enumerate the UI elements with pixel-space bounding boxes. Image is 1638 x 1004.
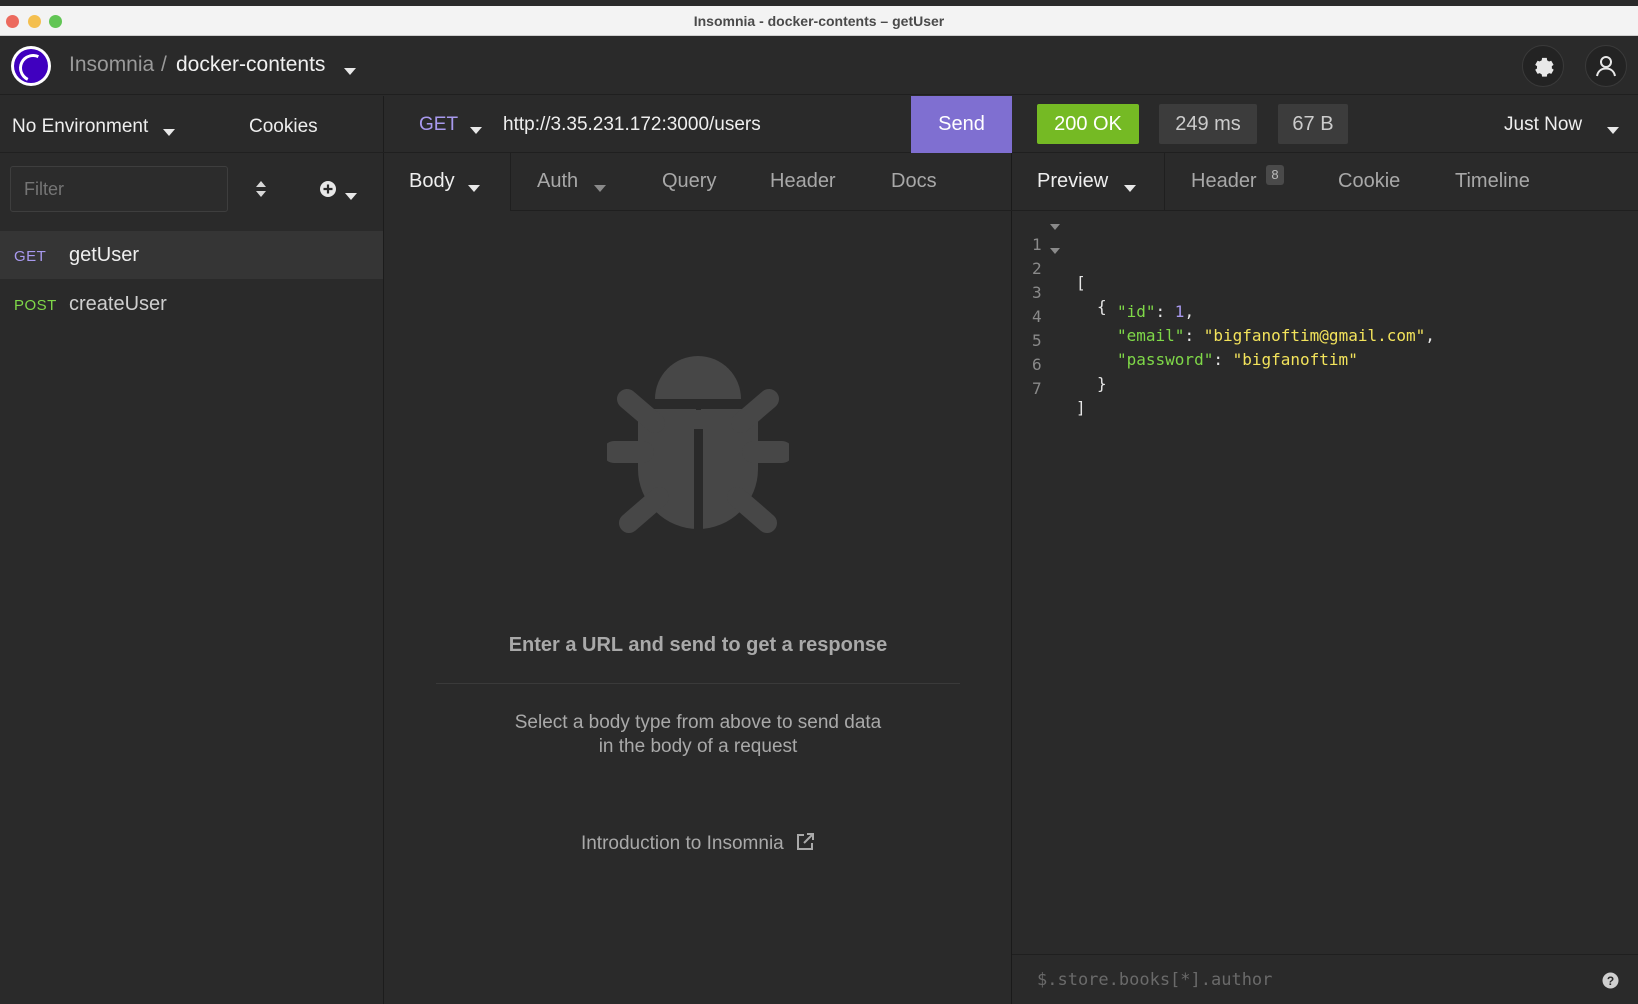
tab-auth[interactable]: Auth — [537, 170, 578, 193]
cookies-button[interactable]: Cookies — [249, 116, 318, 138]
help-icon[interactable]: ? — [1602, 972, 1619, 994]
json-key: "id" — [1117, 302, 1156, 321]
workspace-chevron-down-icon[interactable] — [344, 63, 356, 81]
code-line: 3 "id": 1, — [1032, 283, 1195, 321]
title-bar: Insomnia - docker-contents – getUser — [0, 6, 1638, 36]
response-size-badge: 67 B — [1278, 104, 1348, 144]
tab-timeline[interactable]: Timeline — [1455, 170, 1530, 193]
external-link-icon[interactable] — [795, 832, 815, 852]
json-key: "email" — [1117, 326, 1185, 345]
json-close-brace: } — [1097, 374, 1107, 393]
sidebar: No Environment Cookies GET getUser POST … — [0, 96, 384, 1004]
code-line: 5 "password": "bigfanoftim" — [1032, 331, 1358, 369]
fold-chevron-down-icon[interactable] — [1050, 224, 1060, 230]
json-close-bracket: ] — [1076, 398, 1086, 417]
add-chevron-down-icon[interactable] — [345, 188, 357, 206]
response-history-selector[interactable]: Just Now — [1504, 114, 1582, 136]
preview-chevron-down-icon[interactable] — [1124, 180, 1136, 198]
breadcrumb-app[interactable]: Insomnia — [69, 53, 154, 77]
tab-response-header[interactable]: Header — [1191, 170, 1257, 193]
code-line: 7 ] — [1012, 360, 1089, 417]
empty-state-divider — [436, 683, 960, 684]
method-chevron-down-icon[interactable] — [470, 122, 482, 140]
request-item-createuser[interactable]: POST createUser — [0, 280, 383, 328]
request-name: getUser — [69, 244, 140, 266]
environment-chevron-down-icon[interactable] — [163, 124, 175, 142]
empty-state-title: Enter a URL and send to get a response — [508, 634, 888, 656]
sidebar-filter-input[interactable] — [10, 166, 228, 212]
fold-chevron-down-icon[interactable] — [1050, 248, 1060, 254]
account-button[interactable] — [1585, 45, 1627, 87]
request-method: POST — [14, 297, 57, 314]
add-circle-icon[interactable] — [319, 180, 337, 203]
history-chevron-down-icon[interactable] — [1607, 122, 1619, 140]
empty-state-hint-line2: in the body of a request — [598, 736, 798, 757]
insomnia-window: Insomnia - docker-contents – getUser Ins… — [0, 0, 1638, 1004]
empty-state-hint-line1: Select a body type from above to send da… — [514, 712, 882, 733]
code-line: 6 } — [1012, 336, 1107, 393]
send-button[interactable]: Send — [911, 96, 1012, 153]
response-status-bar: 200 OK 249 ms 67 B Just Now — [1012, 96, 1638, 153]
intro-link-label[interactable]: Introduction to Insomnia — [581, 833, 784, 854]
settings-button[interactable] — [1522, 45, 1564, 87]
request-pane: GET http://3.35.231.172:3000/users Send … — [384, 96, 1012, 1004]
response-filter-input[interactable]: $.store.books[*].author — [1037, 970, 1272, 990]
json-key: "password" — [1117, 350, 1214, 369]
tab-query[interactable]: Query — [662, 170, 716, 193]
request-tabs: Body Auth Query Header Docs — [384, 153, 1012, 211]
status-badge: 200 OK — [1037, 104, 1139, 144]
tab-docs[interactable]: Docs — [891, 170, 937, 193]
tab-preview[interactable]: Preview — [1037, 170, 1108, 193]
gear-icon — [1535, 57, 1554, 77]
sort-icon[interactable] — [254, 180, 268, 203]
request-method: GET — [14, 248, 47, 265]
intro-link[interactable]: Introduction to Insomnia — [384, 832, 1012, 855]
sidebar-divider — [0, 152, 384, 153]
code-line: 4 "email": "bigfanoftim@gmail.com", — [1032, 307, 1435, 345]
url-input[interactable]: http://3.35.231.172:3000/users — [503, 114, 761, 136]
code-line: 2 { — [1012, 240, 1107, 316]
insomnia-logo-icon[interactable] — [11, 46, 51, 86]
url-bar: GET http://3.35.231.172:3000/users Send — [384, 96, 1012, 153]
response-tabs: Preview Header 8 Cookie Timeline — [1012, 153, 1638, 211]
json-string: "bigfanoftim@gmail.com" — [1203, 326, 1426, 345]
request-item-getuser[interactable]: GET getUser — [0, 231, 383, 279]
line-number: 7 — [1032, 379, 1042, 398]
response-time-badge: 249 ms — [1159, 104, 1257, 144]
json-string: "bigfanoftim" — [1232, 350, 1358, 369]
user-icon — [1596, 56, 1616, 77]
header-count-badge: 8 — [1266, 165, 1284, 185]
app-header: Insomnia / docker-contents — [0, 37, 1638, 95]
body-chevron-down-icon[interactable] — [468, 180, 480, 198]
breadcrumb-separator: / — [161, 53, 167, 76]
tab-response-cookie[interactable]: Cookie — [1338, 170, 1400, 193]
tab-body[interactable]: Body — [409, 170, 455, 193]
request-name: createUser — [69, 293, 167, 315]
response-filter-bar: $.store.books[*].author ? — [1012, 954, 1638, 1004]
environment-selector[interactable]: No Environment — [12, 116, 148, 138]
code-line: 1 [ — [1012, 216, 1089, 292]
method-selector[interactable]: GET — [419, 114, 458, 136]
response-pane: 200 OK 249 ms 67 B Just Now Preview Head… — [1012, 96, 1638, 1004]
auth-chevron-down-icon[interactable] — [594, 180, 606, 198]
breadcrumb-workspace[interactable]: docker-contents — [176, 53, 325, 77]
bug-icon — [607, 356, 789, 533]
svg-text:?: ? — [1607, 974, 1614, 988]
json-open-brace: { — [1097, 297, 1107, 316]
empty-state-hint: Select a body type from above to send da… — [384, 711, 1012, 759]
window-title: Insomnia - docker-contents – getUser — [693, 13, 945, 29]
json-number: 1 — [1174, 302, 1185, 321]
tab-header[interactable]: Header — [770, 170, 836, 193]
